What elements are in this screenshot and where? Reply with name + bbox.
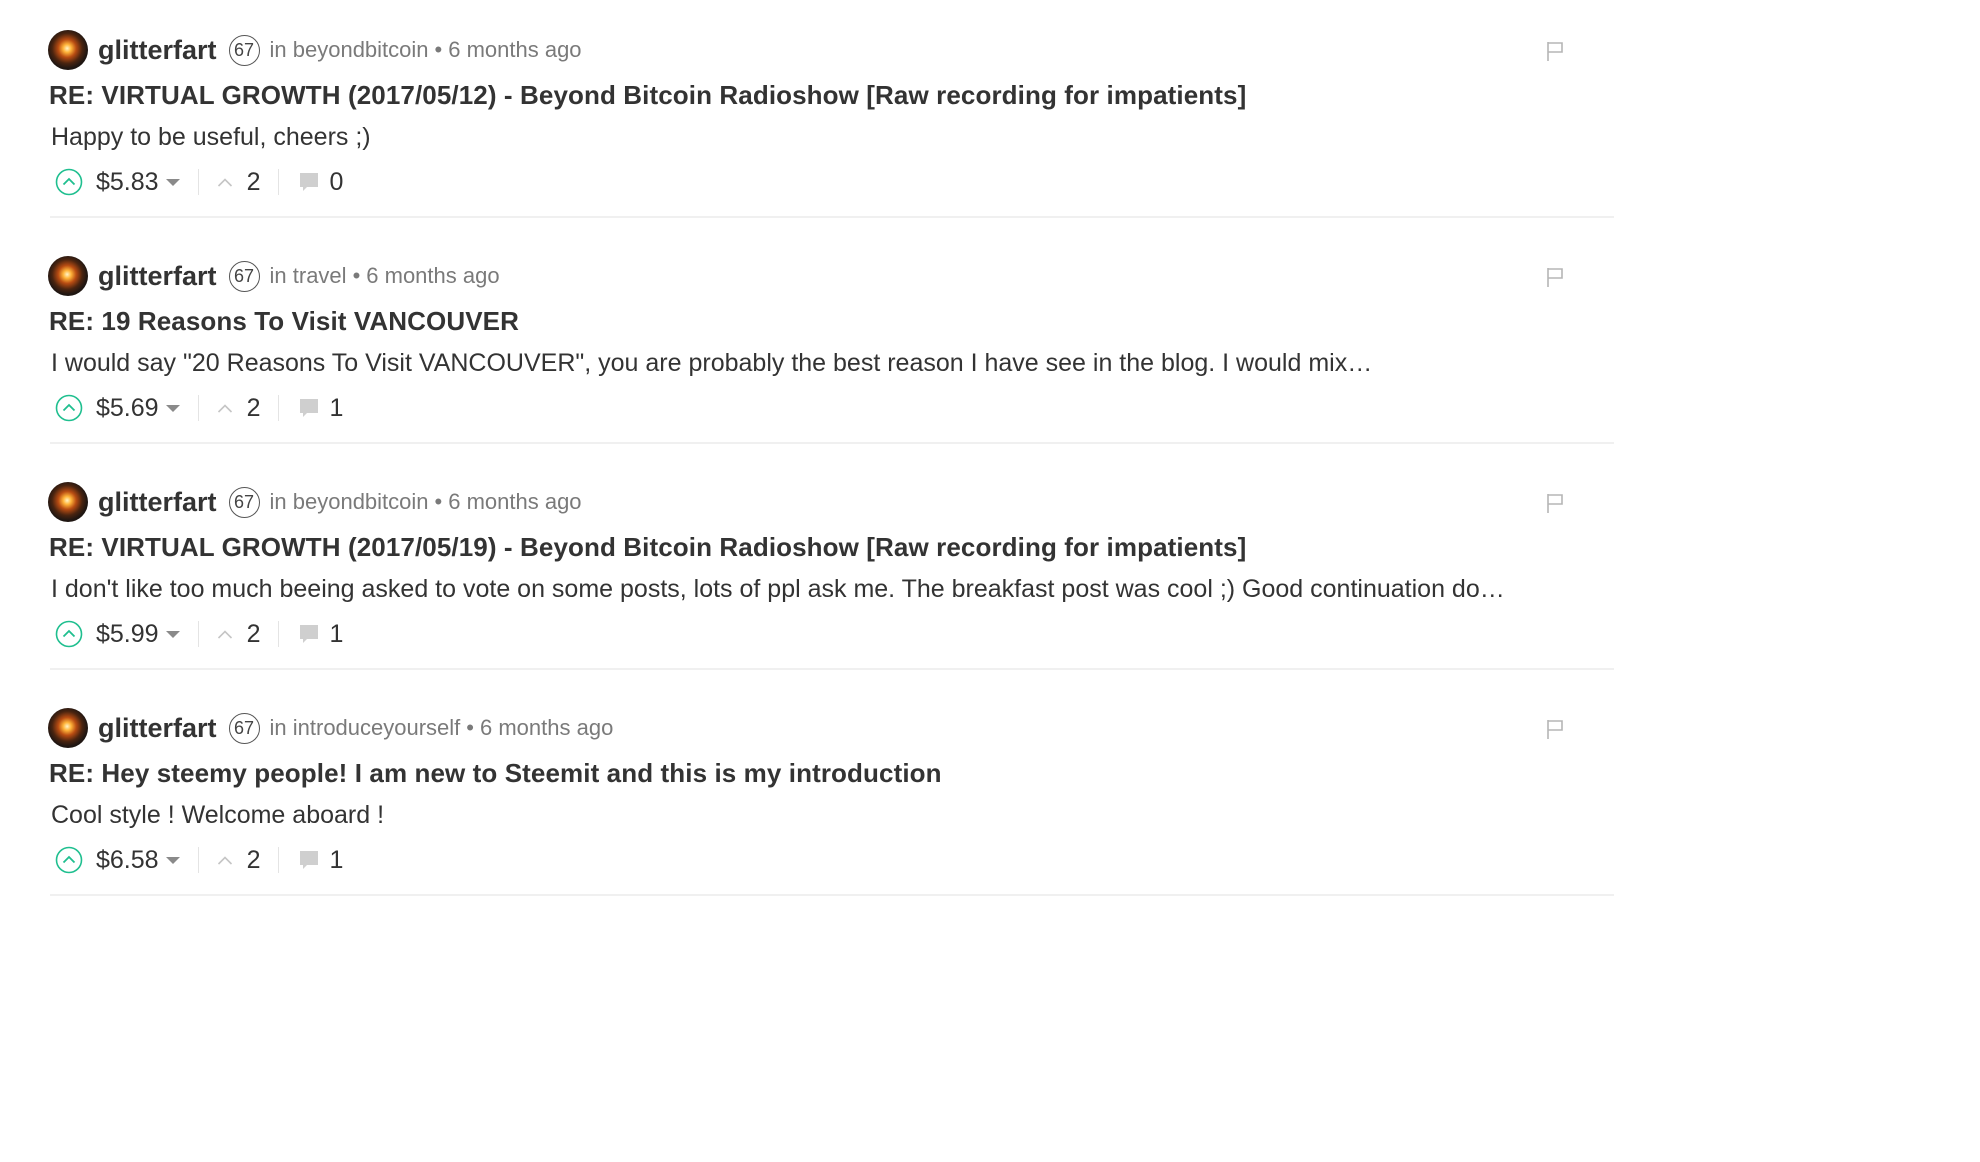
- chevron-down-icon[interactable]: [165, 630, 180, 638]
- comment-meta: glitterfart 67 in beyondbitcoin • 6 mont…: [48, 482, 582, 522]
- reputation-badge: 67: [228, 712, 260, 744]
- reply-count[interactable]: 1: [329, 620, 343, 649]
- comment-meta: glitterfart 67 in introduceyourself • 6 …: [48, 708, 613, 748]
- comment-footer: $5.83 2 0: [55, 166, 343, 198]
- timestamp-link[interactable]: 6 months ago: [480, 715, 613, 741]
- reply-count[interactable]: 1: [329, 846, 343, 875]
- timestamp-link[interactable]: 6 months ago: [448, 37, 581, 63]
- comment-body[interactable]: I would say "20 Reasons To Visit VANCOUV…: [51, 349, 1559, 378]
- footer-divider: [278, 169, 280, 195]
- author-link[interactable]: glitterfart: [98, 713, 217, 744]
- timestamp-link[interactable]: 6 months ago: [448, 489, 581, 515]
- flag-icon[interactable]: [1544, 40, 1566, 62]
- comment-meta: glitterfart 67 in travel • 6 months ago: [48, 256, 500, 296]
- comment-title-link[interactable]: RE: VIRTUAL GROWTH (2017/05/12) - Beyond…: [49, 80, 1246, 111]
- reply-icon[interactable]: [297, 396, 321, 420]
- comment-title-link[interactable]: RE: VIRTUAL GROWTH (2017/05/19) - Beyond…: [49, 532, 1246, 563]
- reply-count[interactable]: 1: [329, 394, 343, 423]
- comment-meta: glitterfart 67 in beyondbitcoin • 6 mont…: [48, 30, 582, 70]
- avatar[interactable]: [48, 30, 88, 70]
- votes-icon[interactable]: [217, 628, 233, 640]
- votes-icon[interactable]: [217, 402, 233, 414]
- avatar[interactable]: [48, 256, 88, 296]
- comment-title-link[interactable]: RE: Hey steemy people! I am new to Steem…: [49, 758, 942, 789]
- reputation-badge: 67: [228, 34, 260, 66]
- comment-body[interactable]: Happy to be useful, cheers ;): [51, 123, 1559, 152]
- reply-icon[interactable]: [297, 622, 321, 646]
- comment-title-link[interactable]: RE: 19 Reasons To Visit VANCOUVER: [49, 306, 519, 337]
- flag-icon[interactable]: [1544, 266, 1566, 288]
- meta-separator: •: [434, 37, 443, 62]
- reply-icon[interactable]: [297, 848, 321, 872]
- footer-divider: [197, 847, 199, 873]
- comment-item: glitterfart 67 in beyondbitcoin • 6 mont…: [48, 478, 1614, 704]
- votes-icon[interactable]: [217, 176, 233, 188]
- comment-item: glitterfart 67 in beyondbitcoin • 6 mont…: [48, 26, 1614, 252]
- payout-value[interactable]: $5.83: [96, 168, 159, 197]
- payout-value[interactable]: $6.58: [96, 846, 159, 875]
- vote-count[interactable]: 2: [247, 846, 261, 875]
- community-link[interactable]: in beyondbitcoin: [270, 37, 429, 63]
- timestamp-link[interactable]: 6 months ago: [366, 263, 499, 289]
- footer-divider: [278, 621, 280, 647]
- meta-separator: •: [466, 715, 474, 740]
- comment-item: glitterfart 67 in travel • 6 months ago …: [48, 252, 1614, 478]
- reply-icon[interactable]: [297, 170, 321, 194]
- reply-count[interactable]: 0: [329, 168, 343, 197]
- payout-value[interactable]: $5.69: [96, 394, 159, 423]
- community-link[interactable]: in travel: [270, 263, 347, 289]
- meta-separator: •: [434, 489, 443, 514]
- vote-count[interactable]: 2: [247, 168, 261, 197]
- avatar[interactable]: [48, 708, 88, 748]
- community-link[interactable]: in beyondbitcoin: [270, 489, 429, 515]
- footer-divider: [278, 395, 280, 421]
- payout-value[interactable]: $5.99: [96, 620, 159, 649]
- flag-icon[interactable]: [1544, 492, 1566, 514]
- comment-body[interactable]: I don't like too much beeing asked to vo…: [51, 575, 1559, 604]
- chevron-down-icon[interactable]: [165, 178, 180, 186]
- upvote-icon[interactable]: [55, 394, 83, 422]
- author-link[interactable]: glitterfart: [98, 487, 217, 518]
- chevron-down-icon[interactable]: [165, 404, 180, 412]
- reputation-badge: 67: [228, 260, 260, 292]
- comment-footer: $6.58 2 1: [55, 844, 343, 876]
- comment-item: glitterfart 67 in introduceyourself • 6 …: [48, 704, 1614, 930]
- comment-footer: $5.69 2 1: [55, 392, 343, 424]
- author-link[interactable]: glitterfart: [98, 261, 217, 292]
- comment-feed: glitterfart 67 in beyondbitcoin • 6 mont…: [48, 26, 1614, 930]
- footer-divider: [197, 621, 199, 647]
- upvote-icon[interactable]: [55, 846, 83, 874]
- reputation-badge: 67: [228, 486, 260, 518]
- footer-divider: [278, 847, 280, 873]
- footer-divider: [197, 395, 199, 421]
- upvote-icon[interactable]: [55, 168, 83, 196]
- vote-count[interactable]: 2: [247, 394, 261, 423]
- vote-count[interactable]: 2: [247, 620, 261, 649]
- avatar[interactable]: [48, 482, 88, 522]
- chevron-down-icon[interactable]: [165, 856, 180, 864]
- community-link[interactable]: in introduceyourself: [270, 715, 461, 741]
- upvote-icon[interactable]: [55, 620, 83, 648]
- footer-divider: [197, 169, 199, 195]
- meta-separator: •: [352, 263, 361, 288]
- votes-icon[interactable]: [217, 854, 233, 866]
- comment-body[interactable]: Cool style ! Welcome aboard !: [51, 801, 1559, 830]
- author-link[interactable]: glitterfart: [98, 35, 217, 66]
- flag-icon[interactable]: [1544, 718, 1566, 740]
- comment-footer: $5.99 2 1: [55, 618, 343, 650]
